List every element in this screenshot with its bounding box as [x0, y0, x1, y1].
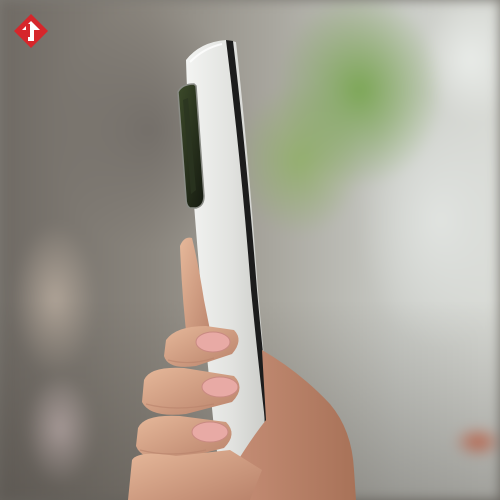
photo-scene	[0, 0, 500, 500]
lower-hand	[128, 450, 262, 500]
fingernail	[201, 376, 239, 398]
fingernail	[191, 421, 229, 443]
fingernail	[195, 331, 231, 353]
hand	[128, 237, 356, 500]
